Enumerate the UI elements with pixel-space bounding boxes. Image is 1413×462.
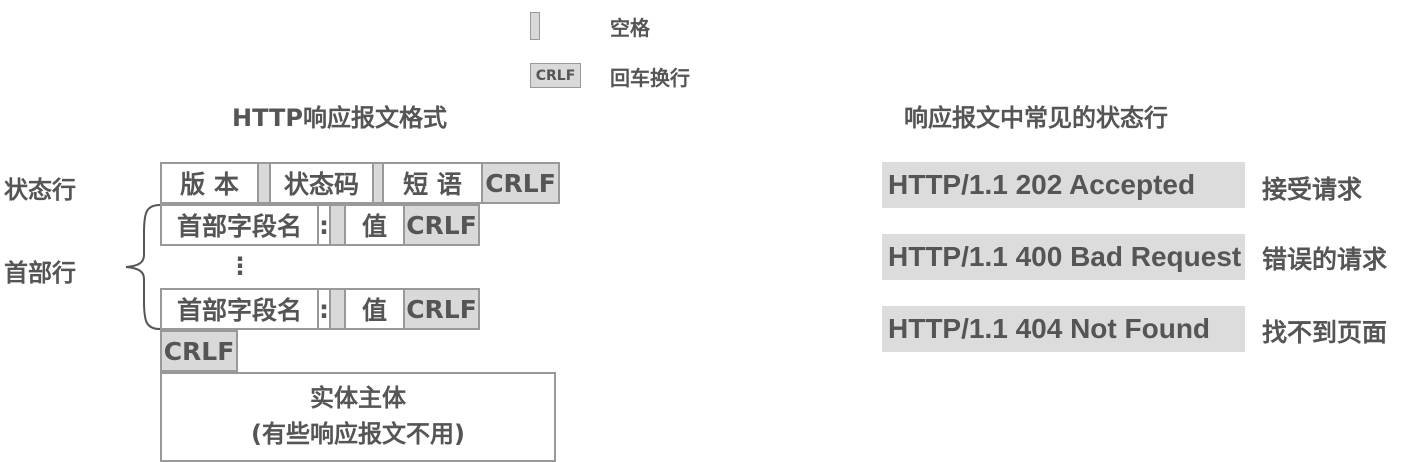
header-name-cell: 首部字段名 [160,204,319,246]
crlf-cell: CRLF [403,204,480,246]
status-description: 接受请求 [1262,175,1363,204]
body-box: 实体主体 (有些响应报文不用) [160,372,556,462]
version-cell: 版 本 [160,162,259,204]
body-title: 实体主体 [310,384,406,412]
crlf-legend-label: 回车换行 [610,66,690,90]
space-legend-swatch [530,12,540,40]
blank-line-crlf: CRLF [160,330,238,372]
left-title: HTTP响应报文格式 [232,104,447,132]
status-line-label: 状态行 [4,176,76,204]
header-name-cell: 首部字段名 [160,288,319,330]
status-line-example: HTTP/1.1 404 Not Found [882,306,1245,352]
ellipsis: ⋮ [228,252,252,280]
status-description: 找不到页面 [1262,318,1388,347]
phrase-cell: 短 语 [382,162,483,204]
crlf-legend-swatch: CRLF [530,63,581,88]
right-title: 响应报文中常见的状态行 [904,104,1168,132]
status-line-example: HTTP/1.1 400 Bad Request [882,234,1245,280]
brace-icon [125,204,161,330]
status-line-example: HTTP/1.1 202 Accepted [882,162,1245,208]
status-description: 错误的请求 [1262,245,1388,274]
status-code-cell: 状态码 [269,162,374,204]
crlf-cell: CRLF [403,288,480,330]
header-line-label: 首部行 [4,259,76,287]
value-cell: 值 [344,204,405,246]
crlf-cell: CRLF [481,162,560,204]
body-note: (有些响应报文不用) [251,420,465,448]
value-cell: 值 [344,288,405,330]
space-legend-label: 空格 [610,16,650,40]
